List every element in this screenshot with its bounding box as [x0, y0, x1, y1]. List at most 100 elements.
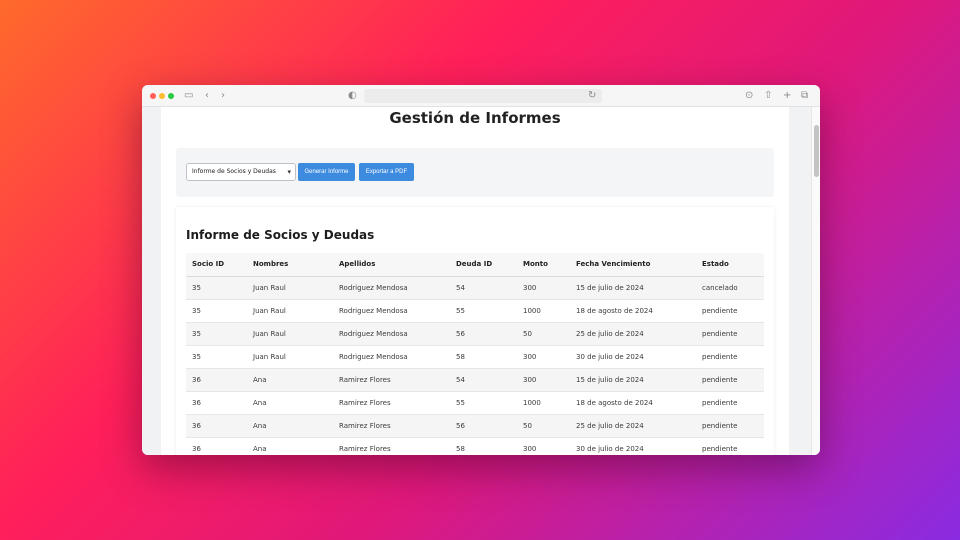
table-cell: 1000 [517, 299, 570, 323]
download-icon[interactable]: ⊙ [745, 89, 753, 103]
table-cell: pendiente [696, 368, 764, 392]
table-cell: Juan Raul [247, 299, 333, 323]
table-row: 36 Ana Ramirez Flores 55 1000 18 de agos… [186, 391, 764, 415]
chevron-down-icon: ▾ [287, 168, 291, 176]
table-cell: 54 [450, 368, 517, 392]
column-header[interactable]: Fecha Vencimiento [570, 253, 696, 277]
sidebar-icon[interactable]: ▭ [184, 89, 193, 103]
table-cell: 15 de julio de 2024 [570, 368, 696, 392]
table-row: 35 Juan Raul Rodriguez Mendosa 55 1000 1… [186, 299, 764, 323]
browser-window: ▭ ‹ › ◐ ↻ ⊙ ⇧ + ⧉ Gestión de Informes In… [142, 85, 820, 455]
table-cell: pendiente [696, 414, 764, 438]
table-row: 35 Juan Raul Rodriguez Mendosa 56 50 25 … [186, 322, 764, 346]
table-cell: 30 de julio de 2024 [570, 345, 696, 369]
generate-report-button[interactable]: Generar Informe [298, 163, 355, 181]
table-cell: 25 de julio de 2024 [570, 322, 696, 346]
table-cell: Ana [247, 414, 333, 438]
report-title: Informe de Socios y Deudas [186, 228, 375, 242]
column-header[interactable]: Socio ID [186, 253, 247, 277]
report-type-value: Informe de Socios y Deudas [192, 168, 276, 175]
table-cell: Juan Raul [247, 322, 333, 346]
table-cell: 36 [186, 368, 247, 392]
table-cell: Rodriguez Mendosa [333, 276, 450, 300]
table-cell: Rodriguez Mendosa [333, 299, 450, 323]
table-cell: Ana [247, 391, 333, 415]
table-cell: 36 [186, 391, 247, 415]
address-bar[interactable]: ↻ [364, 89, 602, 103]
table-cell: pendiente [696, 391, 764, 415]
back-icon[interactable]: ‹ [205, 89, 209, 103]
table-cell: pendiente [696, 299, 764, 323]
table-cell: 35 [186, 322, 247, 346]
column-header[interactable]: Estado [696, 253, 764, 277]
table-cell: pendiente [696, 437, 764, 455]
table-cell: Ramirez Flores [333, 437, 450, 455]
table-cell: Ramirez Flores [333, 368, 450, 392]
table-cell: Rodriguez Mendosa [333, 345, 450, 369]
report-table: Socio ID Nombres Apellidos Deuda ID Mont… [186, 253, 764, 455]
table-cell: 30 de julio de 2024 [570, 437, 696, 455]
table-cell: Juan Raul [247, 345, 333, 369]
table-header-row: Socio ID Nombres Apellidos Deuda ID Mont… [186, 253, 764, 277]
report-controls: Informe de Socios y Deudas ▾ Generar Inf… [176, 148, 774, 197]
table-cell: 35 [186, 276, 247, 300]
table-cell: 54 [450, 276, 517, 300]
table-cell: 36 [186, 414, 247, 438]
table-row: 36 Ana Ramirez Flores 54 300 15 de julio… [186, 368, 764, 392]
table-cell: 18 de agosto de 2024 [570, 299, 696, 323]
minimize-window-button[interactable] [159, 93, 165, 99]
table-cell: 55 [450, 299, 517, 323]
table-cell: 56 [450, 322, 517, 346]
table-row: 36 Ana Ramirez Flores 58 300 30 de julio… [186, 437, 764, 455]
table-cell: pendiente [696, 322, 764, 346]
reload-icon[interactable]: ↻ [588, 89, 596, 103]
forward-icon[interactable]: › [221, 89, 225, 103]
table-cell: 36 [186, 437, 247, 455]
table-cell: Ana [247, 437, 333, 455]
table-cell: 300 [517, 276, 570, 300]
table-row: 35 Juan Raul Rodriguez Mendosa 54 300 15… [186, 276, 764, 300]
table-cell: 55 [450, 391, 517, 415]
column-header[interactable]: Deuda ID [450, 253, 517, 277]
table-cell: 300 [517, 345, 570, 369]
table-row: 35 Juan Raul Rodriguez Mendosa 58 300 30… [186, 345, 764, 369]
table-cell: 300 [517, 437, 570, 455]
table-cell: pendiente [696, 345, 764, 369]
report-card: Informe de Socios y Deudas Socio ID Nomb… [176, 207, 774, 455]
table-cell: Rodriguez Mendosa [333, 322, 450, 346]
table-cell: 1000 [517, 391, 570, 415]
table-cell: 50 [517, 322, 570, 346]
maximize-window-button[interactable] [168, 93, 174, 99]
report-type-select[interactable]: Informe de Socios y Deudas ▾ [186, 163, 296, 181]
column-header[interactable]: Apellidos [333, 253, 450, 277]
vertical-scrollbar[interactable] [811, 107, 820, 455]
new-tab-icon[interactable]: + [783, 89, 791, 103]
table-cell: 50 [517, 414, 570, 438]
table-cell: 18 de agosto de 2024 [570, 391, 696, 415]
table-cell: 15 de julio de 2024 [570, 276, 696, 300]
column-header[interactable]: Nombres [247, 253, 333, 277]
page-viewport: Gestión de Informes Informe de Socios y … [142, 107, 820, 455]
main-content: Gestión de Informes Informe de Socios y … [161, 107, 789, 455]
scrollbar-thumb[interactable] [814, 125, 819, 177]
export-pdf-button[interactable]: Exportar a PDF [359, 163, 414, 181]
column-header[interactable]: Monto [517, 253, 570, 277]
table-cell: Ana [247, 368, 333, 392]
browser-toolbar: ▭ ‹ › ◐ ↻ ⊙ ⇧ + ⧉ [142, 85, 820, 107]
table-cell: 300 [517, 368, 570, 392]
table-cell: 58 [450, 345, 517, 369]
tabs-icon[interactable]: ⧉ [801, 89, 808, 103]
table-cell: 25 de julio de 2024 [570, 414, 696, 438]
shield-icon: ◐ [348, 90, 357, 101]
table-cell: 35 [186, 299, 247, 323]
table-cell: 58 [450, 437, 517, 455]
page-title: Gestión de Informes [389, 109, 561, 127]
share-icon[interactable]: ⇧ [764, 89, 772, 103]
table-cell: 56 [450, 414, 517, 438]
table-cell: Ramirez Flores [333, 414, 450, 438]
table-row: 36 Ana Ramirez Flores 56 50 25 de julio … [186, 414, 764, 438]
table-cell: Juan Raul [247, 276, 333, 300]
close-window-button[interactable] [150, 93, 156, 99]
table-cell: cancelado [696, 276, 764, 300]
table-cell: Ramirez Flores [333, 391, 450, 415]
